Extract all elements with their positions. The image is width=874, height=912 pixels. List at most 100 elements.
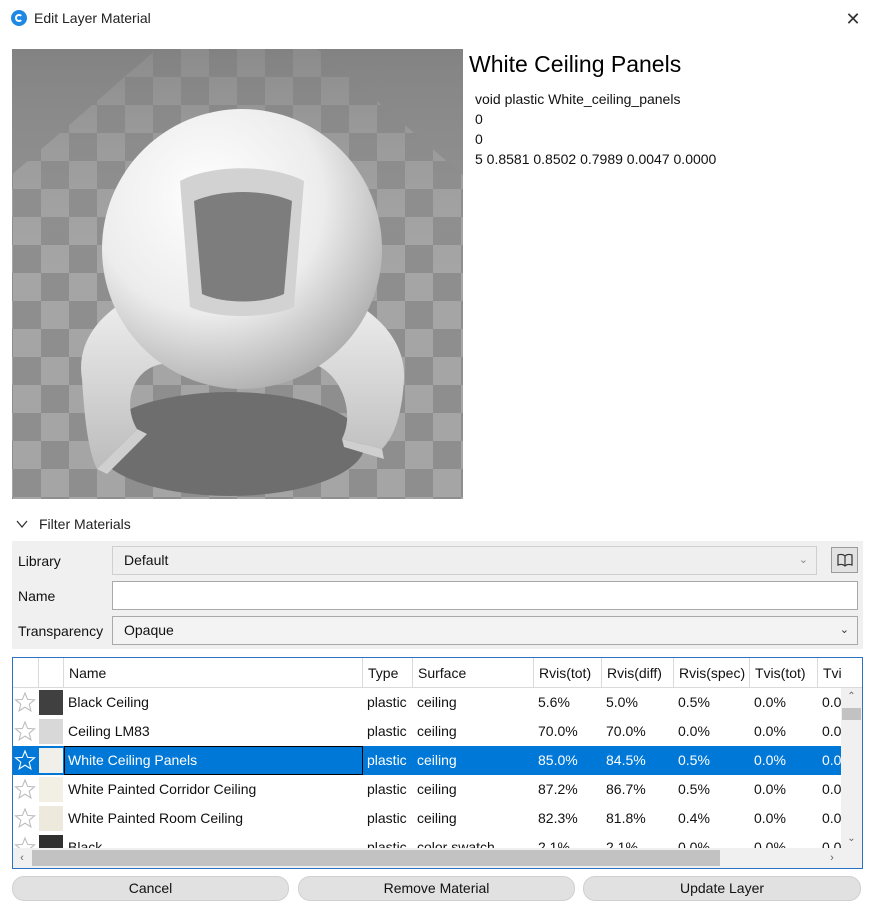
rvis-tot-cell: 82.3% [538, 810, 578, 826]
color-swatch [39, 719, 63, 744]
rvis-spec-cell: 0.0% [678, 839, 710, 848]
vertical-scroll-thumb[interactable] [842, 708, 861, 720]
surface-cell: ceiling [417, 723, 457, 739]
column-header-name[interactable]: Name [64, 658, 363, 688]
rvis-diff-cell: 84.5% [606, 752, 646, 768]
chevron-down-icon [16, 520, 28, 529]
type-cell: plastic [367, 723, 407, 739]
close-button[interactable]: ✕ [840, 6, 866, 32]
library-select[interactable]: Default ⌄ [112, 546, 817, 575]
name-cell: Ceiling LM83 [68, 723, 150, 739]
materials-table: Name Type Surface Rvis(tot) Rvis(diff) R… [12, 657, 863, 869]
tvis-cell: 0.0 [822, 752, 841, 768]
color-swatch [39, 748, 63, 773]
transparency-select[interactable]: Opaque ⌄ [112, 616, 858, 645]
library-browse-button[interactable] [831, 547, 858, 573]
surface-cell: ceiling [417, 752, 457, 768]
filter-panel: Library Default ⌄ Name Transparency Opaq… [12, 541, 863, 649]
surface-cell: ceiling [417, 694, 457, 710]
definition-line: 5 0.8581 0.8502 0.7989 0.0047 0.0000 [475, 151, 717, 167]
name-filter-input[interactable] [112, 581, 858, 610]
color-swatch [39, 777, 63, 802]
rvis-spec-cell: 0.4% [678, 810, 710, 826]
star-icon[interactable] [14, 807, 36, 829]
name-cell: Black Ceiling [68, 694, 149, 710]
filter-materials-toggle[interactable]: Filter Materials [16, 513, 131, 535]
rvis-diff-cell: 5.0% [606, 694, 638, 710]
column-header-color[interactable] [39, 658, 64, 688]
column-header-rvis-diff[interactable]: Rvis(diff) [602, 658, 674, 688]
tvis-cell: 0.0 [822, 839, 841, 848]
column-header-type[interactable]: Type [363, 658, 413, 688]
column-header-surface[interactable]: Surface [413, 658, 534, 688]
horizontal-scrollbar[interactable]: ‹ › [13, 848, 841, 868]
horizontal-scroll-thumb[interactable] [32, 850, 720, 866]
table-row[interactable]: White Painted Room Ceiling plastic ceiling… [13, 804, 841, 833]
table-row[interactable]: Black plastic color swatch 2.1% 2.1% 0.0% 0.0%… [13, 833, 841, 848]
scroll-arrow-icon[interactable]: › [823, 848, 841, 868]
library-value: Default [124, 552, 169, 568]
rvis-diff-cell: 86.7% [606, 781, 646, 797]
material-preview-image [12, 49, 463, 499]
column-header-tvis[interactable]: Tvi [818, 658, 862, 688]
rvis-spec-cell: 0.5% [678, 781, 710, 797]
filter-materials-label: Filter Materials [39, 516, 131, 532]
definition-line: 0 [475, 111, 483, 127]
star-icon[interactable] [14, 749, 36, 771]
column-header-tvis-tot[interactable]: Tvis(tot) [750, 658, 818, 688]
tvis-tot-cell: 0.0% [754, 752, 786, 768]
vertical-scrollbar[interactable]: ⌃ ⌄ [841, 688, 862, 848]
material-definition: void plastic White_ceiling_panels 0 0 5 … [475, 89, 716, 169]
tvis-tot-cell: 0.0% [754, 781, 786, 797]
remove-material-button[interactable]: Remove Material [298, 876, 575, 901]
transparency-value: Opaque [124, 622, 174, 638]
column-header-rvis-spec[interactable]: Rvis(spec) [674, 658, 750, 688]
rvis-tot-cell: 5.6% [538, 694, 570, 710]
table-body: Black Ceiling plastic ceiling 5.6% 5.0% 0.5% 0… [13, 688, 841, 848]
tvis-cell: 0.0 [822, 810, 841, 826]
scroll-arrow-icon[interactable]: ⌃ [841, 688, 862, 706]
tvis-cell: 0.0 [822, 723, 841, 739]
surface-cell: ceiling [417, 810, 457, 826]
name-cell: White Ceiling Panels [64, 746, 363, 775]
table-row[interactable]: Ceiling LM83 plastic ceiling 70.0% 70.0% 0.0%… [13, 717, 841, 746]
rvis-tot-cell: 2.1% [538, 839, 570, 848]
star-icon[interactable] [14, 691, 36, 713]
name-cell: Black [68, 839, 103, 848]
type-cell: plastic [367, 752, 407, 768]
app-logo-icon [11, 10, 27, 26]
table-row[interactable]: Black Ceiling plastic ceiling 5.6% 5.0% 0.5% 0… [13, 688, 841, 717]
scrollbar-corner [841, 848, 862, 868]
cancel-button[interactable]: Cancel [12, 876, 289, 901]
rvis-diff-cell: 2.1% [606, 839, 638, 848]
transparency-label: Transparency [18, 623, 104, 639]
column-header-favorite[interactable] [13, 658, 39, 688]
tvis-tot-cell: 0.0% [754, 694, 786, 710]
definition-line: void plastic White_ceiling_panels [475, 91, 681, 107]
tvis-tot-cell: 0.0% [754, 839, 786, 848]
table-row[interactable]: White Painted Corridor Ceiling plastic cei… [13, 775, 841, 804]
rvis-diff-cell: 70.0% [606, 723, 646, 739]
scroll-arrow-icon[interactable]: ⌄ [841, 830, 862, 848]
type-cell: plastic [367, 810, 407, 826]
tvis-tot-cell: 0.0% [754, 810, 786, 826]
table-row[interactable]: White Ceiling Panels plastic ceiling 85.0% 8… [13, 746, 841, 775]
star-icon[interactable] [14, 778, 36, 800]
tvis-cell: 0.0 [822, 781, 841, 797]
title-bar: Edit Layer Material ✕ [0, 0, 874, 38]
window-title: Edit Layer Material [34, 10, 151, 26]
rvis-diff-cell: 81.8% [606, 810, 646, 826]
tvis-tot-cell: 0.0% [754, 723, 786, 739]
scroll-arrow-icon[interactable]: ‹ [13, 848, 31, 868]
color-swatch [39, 835, 63, 848]
material-title: White Ceiling Panels [469, 51, 682, 77]
column-header-rvis-tot[interactable]: Rvis(tot) [534, 658, 602, 688]
star-icon[interactable] [14, 720, 36, 742]
tvis-cell: 0.0 [822, 694, 841, 710]
name-cell: White Painted Room Ceiling [68, 810, 244, 826]
surface-cell: color swatch [417, 839, 495, 848]
color-swatch [39, 806, 63, 831]
rvis-spec-cell: 0.5% [678, 752, 710, 768]
star-icon[interactable] [14, 836, 36, 848]
update-layer-button[interactable]: Update Layer [583, 876, 861, 901]
